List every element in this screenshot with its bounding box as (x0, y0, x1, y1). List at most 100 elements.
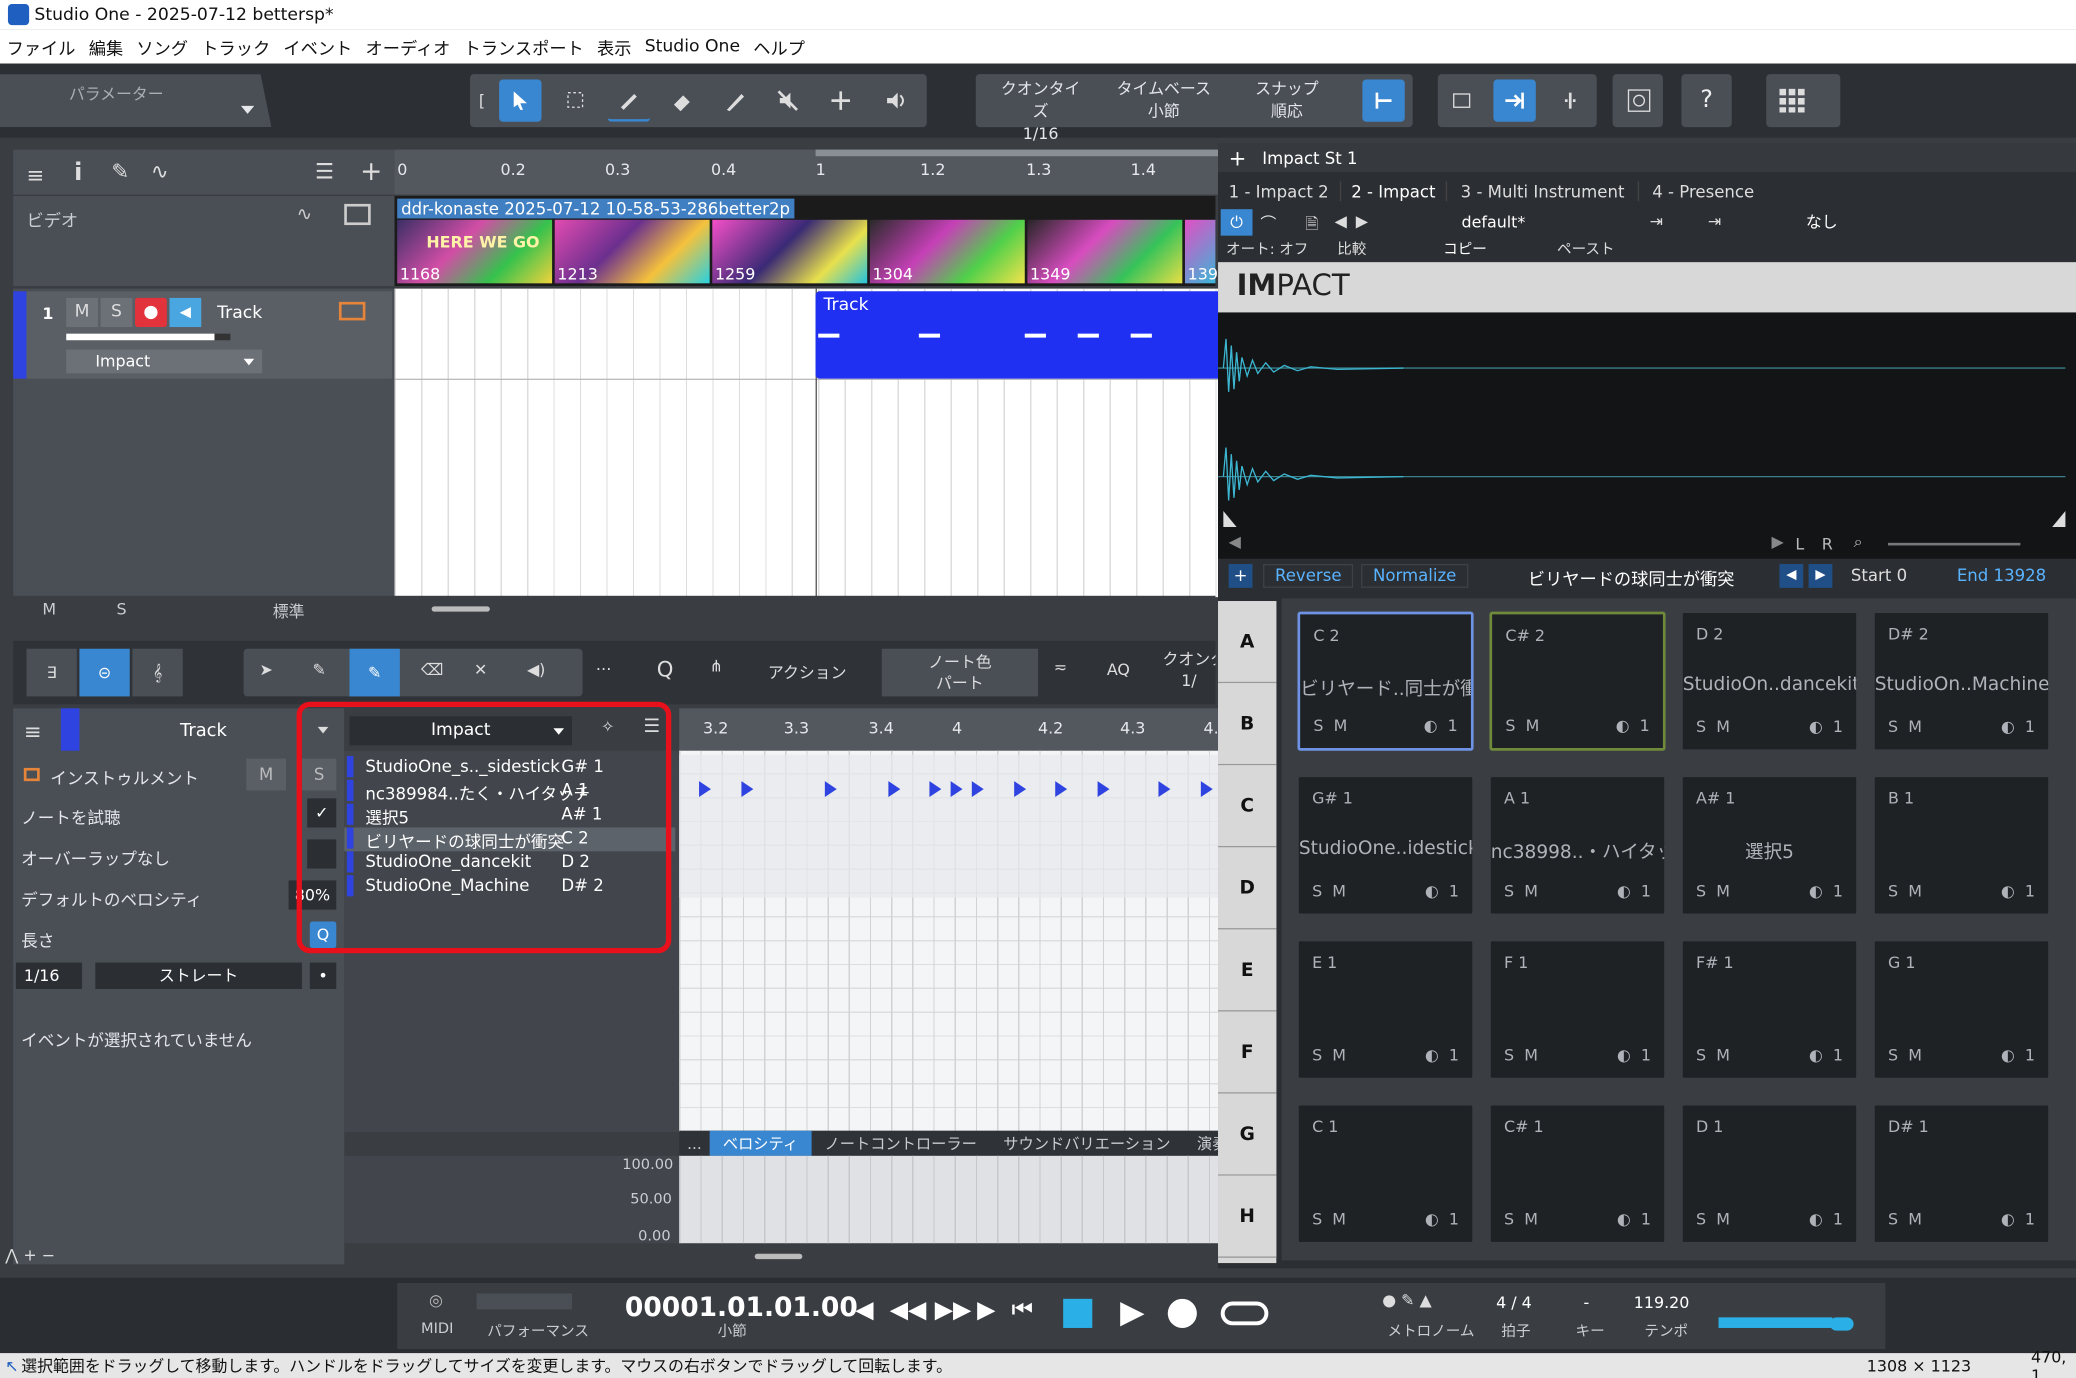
fast-forward-icon[interactable]: ▶▶ (935, 1296, 972, 1324)
drum-hit[interactable] (1055, 781, 1068, 798)
drum-hit[interactable] (699, 781, 711, 798)
track-size-select[interactable]: 標準 (273, 600, 305, 623)
arrow-tool-button[interactable] (499, 79, 542, 122)
pad-output[interactable]: 1 (1448, 716, 1458, 735)
automation-toggle[interactable]: オート: オフ (1226, 238, 1308, 259)
pad-toggle-icon[interactable]: ◐ (1617, 882, 1631, 901)
pad-toggle-icon[interactable]: ◐ (1425, 882, 1439, 901)
focus-button[interactable] (1612, 74, 1663, 128)
pad-solo[interactable]: S (1888, 1210, 1898, 1229)
record-button[interactable] (135, 297, 167, 328)
drum-pad[interactable]: D 1 S M ◐ 1 (1681, 1104, 1858, 1244)
drum-pad[interactable]: C 1 S M ◐ 1 (1297, 1104, 1474, 1244)
bank-a[interactable]: A (1218, 601, 1277, 684)
channel-left[interactable]: L (1795, 535, 1804, 554)
film-icon[interactable] (344, 203, 371, 226)
pad-output[interactable]: 1 (1833, 882, 1843, 901)
pad-toggle-icon[interactable]: ◐ (1809, 1210, 1823, 1229)
rewind-icon[interactable]: ◀◀ (890, 1296, 927, 1324)
output-toggle[interactable] (1829, 1317, 1854, 1331)
menu-studio-one[interactable]: Studio One (645, 36, 740, 56)
add-icon[interactable]: + (1229, 145, 1247, 170)
drum-pad[interactable]: F 1 S M ◐ 1 (1489, 940, 1666, 1080)
pad-output[interactable]: 1 (2025, 1046, 2035, 1065)
pad-toggle-icon[interactable]: ◐ (1425, 1046, 1439, 1065)
next-sample-button[interactable]: ▶ (1808, 564, 1833, 588)
link-icon[interactable]: ⌒ (1260, 212, 1276, 235)
pad-solo[interactable]: S (1696, 718, 1706, 737)
tab-sound-variation[interactable]: サウンドバリエーション (1003, 1133, 1170, 1154)
plugin-tab-active[interactable]: 2 - Impact (1341, 180, 1448, 201)
quantize-select[interactable]: クオンタイズ 1/16 (994, 78, 1087, 146)
pad-output[interactable]: 1 (1449, 1210, 1459, 1229)
scroll-left-icon[interactable]: ◀ (1229, 532, 1241, 551)
bank-f[interactable]: F (1218, 1011, 1277, 1094)
pad-mute[interactable]: M (1716, 882, 1730, 901)
zoom-slider[interactable] (1887, 542, 2021, 546)
normalize-button[interactable]: Normalize (1361, 564, 1469, 588)
drum-hit[interactable] (929, 781, 942, 798)
channel-right[interactable]: R (1822, 535, 1833, 554)
pad-mute[interactable]: M (1716, 718, 1730, 737)
drum-pad[interactable]: D# 1 S M ◐ 1 (1873, 1104, 2050, 1244)
go-to-marker-icon[interactable]: ⏮ (1012, 1296, 1033, 1324)
pad-toggle-icon[interactable]: ◐ (2001, 1210, 2015, 1229)
drum-pad[interactable]: B 1 S M ◐ 1 (1873, 775, 2050, 915)
note-ruler[interactable]: 3.2 3.3 3.4 4 4.2 4.3 4. (679, 708, 1219, 751)
tab-articulation[interactable]: 演奏記号 (1197, 1133, 1218, 1154)
menu-lines-icon[interactable]: ≡ (26, 163, 44, 188)
preset-select[interactable]: default* (1374, 209, 1612, 235)
start-value[interactable]: Start 0 (1851, 565, 1907, 585)
pad-solo[interactable]: S (1504, 882, 1514, 901)
drum-pad[interactable]: G 1 S M ◐ 1 (1873, 940, 2050, 1080)
end-value[interactable]: End 13928 (1957, 565, 2046, 585)
pad-mute[interactable]: M (1716, 1046, 1730, 1065)
monitor-button[interactable]: ◀ (169, 297, 202, 328)
arrow-tool-icon[interactable]: ➤ (260, 661, 273, 680)
pad-toggle-icon[interactable]: ◐ (1617, 1046, 1631, 1065)
pad-toggle-icon[interactable]: ◐ (1425, 1210, 1439, 1229)
follow-button[interactable] (1493, 79, 1536, 122)
pad-toggle-icon[interactable]: ◐ (2001, 718, 2015, 737)
drum-pad[interactable]: G# 1 StudioOne..idestick S M ◐ 1 (1297, 775, 1474, 915)
play-button[interactable]: ▶ (1120, 1294, 1144, 1331)
bank-h[interactable]: H (1218, 1175, 1277, 1258)
pad-output[interactable]: 1 (2025, 718, 2035, 737)
drum-hit[interactable] (1097, 781, 1110, 798)
footer-solo[interactable]: S (117, 600, 127, 619)
drum-editor-button[interactable]: ⊝ (79, 648, 130, 697)
pad-solo[interactable]: S (1312, 1046, 1322, 1065)
pad-toggle-icon[interactable]: ◐ (1809, 1046, 1823, 1065)
menu-song[interactable]: ソング (136, 34, 188, 59)
plugin-tab[interactable]: 1 - Impact 2 (1218, 180, 1341, 201)
automation-icon[interactable]: ∿ (151, 159, 169, 184)
quantize-icon[interactable]: Q (657, 657, 674, 682)
next-preset-icon[interactable]: ▶ (1356, 212, 1368, 231)
tempo-value[interactable]: 119.20 (1634, 1294, 1690, 1313)
mute-button[interactable]: M (66, 297, 98, 328)
parameter-panel[interactable]: パラメーター (0, 74, 272, 128)
pad-solo[interactable]: S (1504, 1210, 1514, 1229)
split-view-button[interactable] (1549, 79, 1591, 121)
track-volume-slider[interactable] (66, 333, 231, 341)
bank-g[interactable]: G (1218, 1093, 1277, 1176)
go-to-end-icon[interactable]: ▶ (977, 1296, 995, 1324)
pad-solo[interactable]: S (1888, 718, 1898, 737)
drum-hit[interactable] (950, 781, 963, 798)
pen-tool-icon[interactable]: ✎ (312, 661, 325, 680)
preset-icon[interactable]: 🗎 (1305, 212, 1318, 240)
power-button[interactable]: ⏻ (1220, 209, 1253, 236)
drum-pad[interactable]: C# 2 S M ◐ 1 (1489, 611, 1666, 751)
menu-file[interactable]: ファイル (7, 34, 76, 59)
video-track-header[interactable]: ビデオ ∿ (13, 195, 395, 286)
pad-solo[interactable]: S (1312, 882, 1322, 901)
pad-output[interactable]: 1 (1449, 882, 1459, 901)
grid-menu-button[interactable] (1766, 74, 1841, 128)
action-menu[interactable]: アクション (768, 661, 847, 684)
pad-toggle-icon[interactable]: ◐ (1616, 716, 1630, 735)
pad-output[interactable]: 1 (1641, 1210, 1651, 1229)
drum-pad[interactable]: C# 1 S M ◐ 1 (1489, 1104, 1666, 1244)
pad-solo[interactable]: S (1696, 1210, 1706, 1229)
drum-hit[interactable] (971, 781, 984, 798)
pad-toggle-icon[interactable]: ◐ (1809, 882, 1823, 901)
